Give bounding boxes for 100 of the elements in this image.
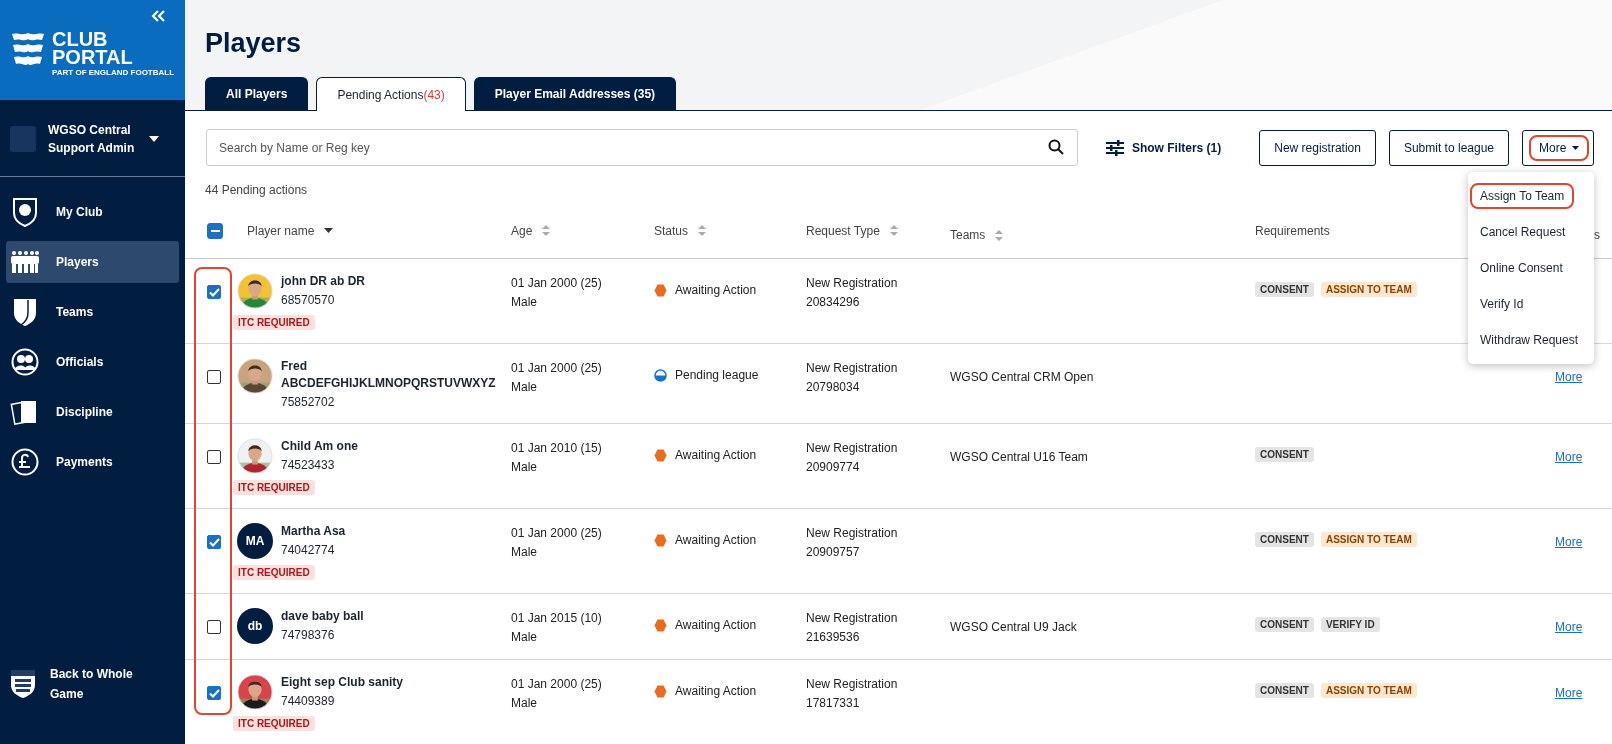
age-cell: 01 Jan 2015 (10) Male xyxy=(511,611,602,644)
registration-number: 74798376 xyxy=(281,627,336,643)
half-circle-icon xyxy=(654,369,667,382)
action-button[interactable]: Submit to league xyxy=(1388,129,1509,166)
request-cell: New Registration 21639536 xyxy=(806,611,898,644)
hexagon-icon xyxy=(654,284,667,297)
more-link[interactable]: More xyxy=(1555,620,1583,634)
hexagon-icon xyxy=(654,534,667,547)
menu-item[interactable]: Cancel Request xyxy=(1468,213,1594,250)
club-badge-icon xyxy=(10,126,36,152)
search-field[interactable]: Search by Name or Reg key xyxy=(206,129,1078,166)
row-checkbox[interactable] xyxy=(207,535,221,549)
more-link[interactable]: More xyxy=(1555,686,1583,700)
player-name: Eight sep Club sanity xyxy=(281,674,403,691)
itc-tag: ITC REQUIRED xyxy=(233,315,315,330)
menu-item[interactable]: Verify Id xyxy=(1468,285,1594,322)
players-group-icon xyxy=(10,250,40,274)
request-cell: New Registration 20909774 xyxy=(806,441,898,474)
nav-item[interactable]: Discipline xyxy=(6,391,179,433)
requirement-tag: CONSENT xyxy=(1255,282,1314,297)
menu-item[interactable]: Withdraw Request xyxy=(1468,321,1594,358)
tab[interactable]: All Players xyxy=(205,77,309,110)
player-name: Child Am one xyxy=(281,438,358,455)
result-count: 44 Pending actions xyxy=(205,183,308,197)
pound-icon xyxy=(10,448,40,476)
back-link[interactable]: Back to Whole Game xyxy=(0,664,185,744)
nav-item[interactable]: Officials xyxy=(6,341,179,383)
status-label: Awaiting Action xyxy=(675,683,757,700)
player-name: Fred ABCDEFGHIJKLMNOPQRSTUVWXYZ xyxy=(281,358,497,392)
account-switcher[interactable]: WGSO Central Support Admin xyxy=(0,100,185,177)
requirement-tag: ASSIGN TO TEAM xyxy=(1320,532,1417,547)
itc-tag: ITC REQUIRED xyxy=(233,480,315,495)
more-link[interactable]: More xyxy=(1555,535,1583,549)
age-cell: 01 Jan 2000 (25) Male xyxy=(511,677,602,710)
requirement-tag: CONSENT xyxy=(1255,617,1314,632)
registration-number: 75852702 xyxy=(281,394,336,410)
more-link[interactable]: More xyxy=(1555,450,1583,464)
hexagon-icon xyxy=(654,685,667,698)
requirement-tag: CONSENT xyxy=(1255,532,1314,547)
filters-toggle[interactable]: Show Filters (1) xyxy=(1105,139,1222,156)
requirement-tag: ASSIGN TO TEAM xyxy=(1320,683,1417,698)
request-cell: New Registration 20798034 xyxy=(806,361,898,394)
menu-item[interactable]: Online Consent xyxy=(1468,249,1594,286)
requirement-tag: ASSIGN TO TEAM xyxy=(1320,282,1417,297)
nav-item[interactable]: Teams xyxy=(6,291,179,333)
status-label: Awaiting Action xyxy=(675,532,757,549)
nav-item[interactable]: Players xyxy=(6,241,179,283)
age-cell: 01 Jan 2000 (25) Male xyxy=(511,276,602,309)
back-link-label: Back to Whole Game xyxy=(50,666,134,703)
tab[interactable]: Pending Actions(43) xyxy=(316,77,466,111)
player-name: john DR ab DR xyxy=(281,273,365,290)
collapse-icon[interactable] xyxy=(151,10,165,22)
nav-item[interactable]: My Club xyxy=(6,191,179,233)
team-name: WGSO Central CRM Open xyxy=(950,370,1094,384)
more-button[interactable]: More xyxy=(1522,129,1594,166)
player-name: Martha Asa xyxy=(281,523,346,540)
column-header[interactable]: Status xyxy=(654,223,806,238)
select-all-checkbox[interactable] xyxy=(207,222,223,239)
column-header[interactable]: Request Type xyxy=(806,223,950,238)
requirement-tag: CONSENT xyxy=(1255,683,1314,698)
column-header[interactable]: Teams xyxy=(950,219,1255,242)
hexagon-icon xyxy=(654,449,667,462)
column-header[interactable]: Age xyxy=(511,223,654,238)
registration-number: 74409389 xyxy=(281,693,336,709)
tab[interactable]: Player Email Addresses (35) xyxy=(473,77,677,110)
hexagon-icon xyxy=(654,619,667,632)
request-cell: New Registration 20834296 xyxy=(806,276,898,309)
row-checkbox[interactable] xyxy=(207,370,221,384)
row-checkbox[interactable] xyxy=(207,285,221,299)
row-checkbox[interactable] xyxy=(207,686,221,700)
more-label: More xyxy=(1529,134,1590,161)
registration-number: 74042774 xyxy=(281,542,336,558)
initials-avatar: db xyxy=(237,608,273,644)
column-header[interactable]: Player name xyxy=(247,223,511,238)
search-icon xyxy=(1047,139,1064,155)
nav-item[interactable]: Payments xyxy=(6,441,179,483)
requirement-tag: CONSENT xyxy=(1255,447,1314,462)
logo-title: PORTAL xyxy=(52,48,134,66)
status-label: Awaiting Action xyxy=(675,447,757,464)
action-button[interactable]: New registration xyxy=(1259,129,1376,166)
account-name: WGSO Central Support Admin xyxy=(48,122,136,157)
row-checkbox[interactable] xyxy=(207,620,221,634)
status-label: Awaiting Action xyxy=(675,282,757,299)
officials-icon xyxy=(10,348,40,376)
itc-tag: ITC REQUIRED xyxy=(233,565,315,580)
status-label: Awaiting Action xyxy=(675,617,757,634)
team-name: WGSO Central U9 Jack xyxy=(950,620,1077,634)
age-cell: 01 Jan 2010 (15) Male xyxy=(511,441,602,474)
team-name: WGSO Central U16 Team xyxy=(950,450,1088,464)
request-cell: New Registration 17817331 xyxy=(806,677,898,710)
page-title: Players xyxy=(205,27,303,60)
player-name: dave baby ball xyxy=(281,608,364,625)
itc-tag: ITC REQUIRED xyxy=(233,716,315,731)
requirement-tag: VERIFY ID xyxy=(1320,617,1380,632)
sliders-icon xyxy=(1105,139,1124,156)
initials-avatar: MA xyxy=(237,523,273,559)
more-link[interactable]: More xyxy=(1555,370,1583,384)
age-cell: 01 Jan 2000 (25) Male xyxy=(511,361,602,394)
caret-icon xyxy=(1572,145,1580,150)
row-checkbox[interactable] xyxy=(207,450,221,464)
